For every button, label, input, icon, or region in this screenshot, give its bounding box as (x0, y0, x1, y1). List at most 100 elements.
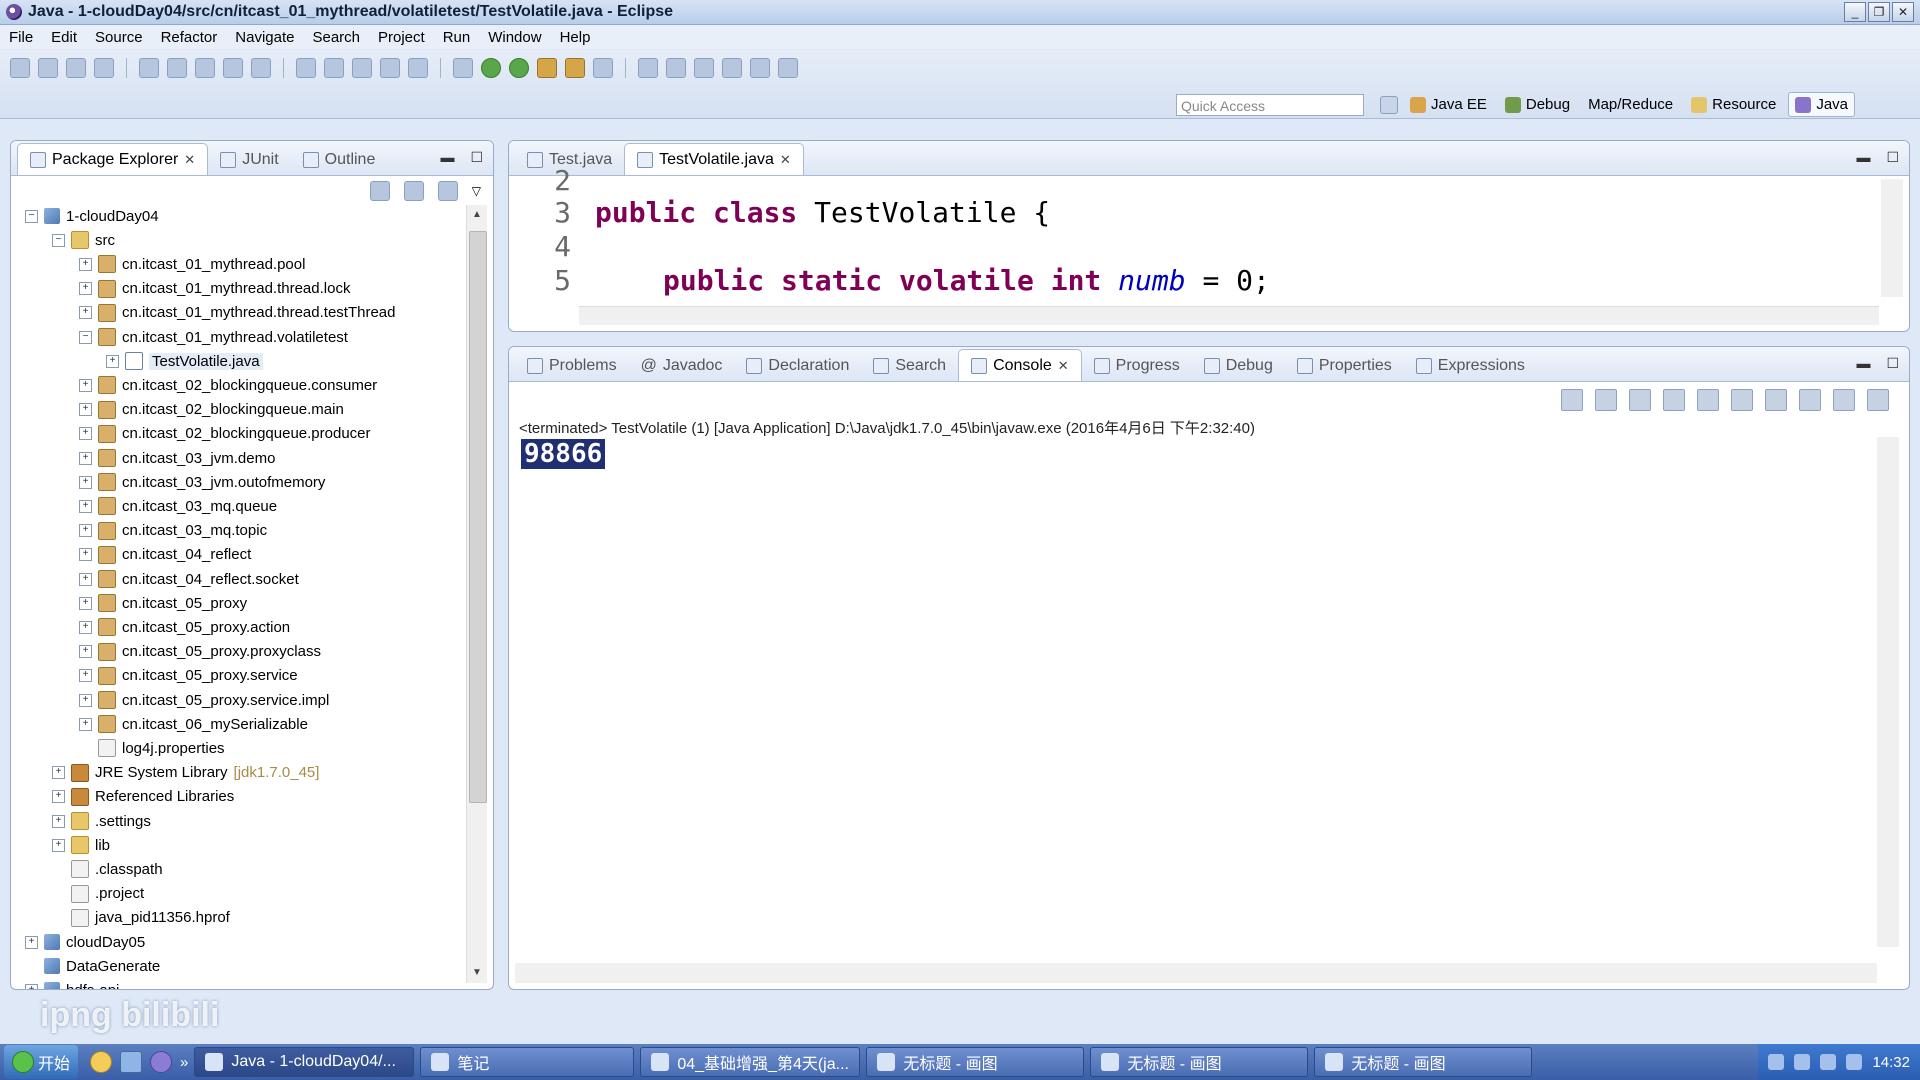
expand-icon[interactable]: + (79, 427, 92, 441)
perspective-java-ee[interactable]: Java EE (1404, 93, 1493, 116)
menu-run[interactable]: Run (434, 29, 480, 46)
tree-node[interactable]: + hdfs-api (25, 979, 119, 989)
scroll-up-icon[interactable]: ▲ (469, 207, 485, 223)
expand-icon[interactable]: + (79, 596, 92, 610)
terminate-icon[interactable] (408, 58, 428, 78)
expand-icon[interactable]: + (79, 257, 92, 271)
tab-package-explorer[interactable]: Package Explorer ✕ (17, 143, 209, 175)
last-edit-icon[interactable] (694, 58, 714, 78)
expand-icon[interactable]: + (25, 935, 38, 949)
editor-horizontal-scrollbar[interactable] (579, 306, 1879, 325)
remove-launch-icon[interactable] (1595, 389, 1617, 411)
tab-javadoc[interactable]: @ Javadoc (629, 351, 735, 381)
tree-node[interactable]: + TestVolatile.java (106, 350, 263, 372)
tree-node[interactable]: + cn.itcast_03_jvm.demo (79, 447, 275, 469)
forward-icon[interactable] (750, 58, 770, 78)
view-menu-icon[interactable]: ▽ (472, 184, 481, 198)
code-area[interactable]: 2 3 public class TestVolatile { 4 5 publ… (509, 164, 1879, 315)
show-desktop-icon[interactable] (120, 1051, 143, 1073)
expand-icon[interactable]: + (52, 838, 65, 852)
clear-console-icon[interactable] (1663, 389, 1685, 411)
save-all-icon[interactable] (66, 58, 86, 78)
tree-node[interactable]: + cn.itcast_02_blockingqueue.main (79, 399, 344, 421)
tree-node[interactable]: + Referenced Libraries (52, 786, 234, 808)
open-console-icon[interactable] (1867, 389, 1889, 411)
network-icon[interactable] (1768, 1054, 1785, 1070)
tree-node[interactable]: − 1-cloudDay04 (25, 205, 159, 227)
search-tool-icon[interactable] (593, 58, 613, 78)
tree-node[interactable]: + cn.itcast_01_mythread.thread.lock (79, 278, 350, 300)
start-button[interactable]: 开始 (4, 1045, 79, 1079)
print-icon[interactable] (94, 58, 114, 78)
menu-refactor[interactable]: Refactor (152, 29, 227, 46)
tree-node[interactable]: + cn.itcast_03_mq.queue (79, 495, 277, 517)
minimize-view-icon[interactable]: ▬ (1856, 149, 1870, 166)
menu-source[interactable]: Source (86, 29, 152, 46)
tree-node[interactable]: java_pid11356.hprof (52, 907, 230, 929)
tree-node[interactable]: + cn.itcast_04_reflect (79, 544, 251, 566)
task-eclipse[interactable]: Java - 1-cloudDay04/... (194, 1047, 415, 1077)
previous-annotation-icon[interactable] (666, 58, 686, 78)
expand-icon[interactable]: + (79, 475, 92, 489)
scrollbar-thumb[interactable] (469, 231, 487, 803)
resume-icon[interactable] (352, 58, 372, 78)
terminate-icon[interactable] (1561, 389, 1583, 411)
toggle-mark-icon[interactable] (223, 58, 243, 78)
menu-search[interactable]: Search (303, 29, 369, 46)
tree-node[interactable]: + cn.itcast_05_proxy.action (79, 616, 290, 638)
perspective-map-reduce[interactable]: Map/Reduce (1582, 93, 1679, 116)
maximize-view-icon[interactable]: ☐ (1886, 355, 1899, 372)
collapse-icon[interactable]: − (52, 233, 65, 247)
new-package-icon[interactable] (139, 58, 159, 78)
security-icon[interactable] (1820, 1054, 1837, 1070)
tree-node[interactable]: .project (52, 883, 144, 905)
refresh-icon[interactable] (167, 58, 187, 78)
menu-help[interactable]: Help (551, 29, 600, 46)
expand-icon[interactable]: + (79, 669, 92, 683)
tree-node[interactable]: + cn.itcast_06_mySerializable (79, 713, 308, 735)
display-selected-console-icon[interactable] (1833, 389, 1855, 411)
scroll-lock-icon[interactable] (1697, 389, 1719, 411)
editor-scrollbar[interactable] (1881, 179, 1903, 297)
package-explorer-scrollbar[interactable]: ▲ ▼ (466, 205, 487, 983)
tree-node[interactable]: + cn.itcast_02_blockingqueue.consumer (79, 374, 377, 396)
expand-icon[interactable]: + (52, 814, 65, 828)
cursor-icon[interactable] (195, 58, 215, 78)
tab-testvolatile-java[interactable]: TestVolatile.java ✕ (624, 143, 804, 175)
console-scrollbar[interactable] (1877, 437, 1899, 947)
tree-node[interactable]: + .settings (52, 810, 151, 832)
tab-declaration[interactable]: Declaration (734, 351, 861, 381)
maximize-view-icon[interactable]: ☐ (470, 149, 483, 166)
tree-node[interactable]: + cloudDay05 (25, 931, 145, 953)
tree-node[interactable]: + lib (52, 834, 110, 856)
tab-junit[interactable]: JUnit (208, 145, 290, 175)
focus-icon[interactable] (437, 181, 458, 201)
collapse-icon[interactable]: − (25, 209, 38, 223)
console-horizontal-scrollbar[interactable] (515, 963, 1877, 983)
link-with-editor-icon[interactable] (403, 181, 424, 201)
expand-icon[interactable]: + (79, 548, 92, 562)
expand-icon[interactable]: + (79, 282, 92, 296)
expand-icon[interactable]: + (106, 354, 119, 368)
open-task-icon[interactable] (565, 58, 585, 78)
tree-node[interactable]: + cn.itcast_01_mythread.pool (79, 253, 305, 275)
task-paint-2[interactable]: 无标题 - 画图 (1090, 1047, 1309, 1077)
task-paint-1[interactable]: 无标题 - 画图 (866, 1047, 1085, 1077)
perspective-java[interactable]: Java (1788, 92, 1856, 117)
expand-icon[interactable]: + (79, 620, 92, 634)
expand-icon[interactable]: + (52, 766, 65, 780)
tree-node[interactable]: − cn.itcast_01_mythread.volatiletest (79, 326, 348, 348)
tree-node[interactable]: + cn.itcast_01_mythread.thread.testThread (79, 302, 396, 324)
perspective-debug[interactable]: Debug (1499, 93, 1576, 116)
suspend-icon[interactable] (380, 58, 400, 78)
expand-icon[interactable]: + (79, 403, 92, 417)
remove-all-terminated-icon[interactable] (1629, 389, 1651, 411)
redo-icon[interactable] (324, 58, 344, 78)
run-external-icon[interactable] (509, 58, 529, 78)
tree-node[interactable]: + cn.itcast_03_jvm.outofmemory (79, 471, 325, 493)
tab-outline[interactable]: Outline (291, 145, 388, 175)
open-perspective-icon[interactable] (1380, 95, 1398, 114)
tab-expressions[interactable]: Expressions (1404, 351, 1537, 381)
run-icon[interactable] (481, 58, 501, 78)
tree-node[interactable]: log4j.properties (79, 737, 225, 759)
